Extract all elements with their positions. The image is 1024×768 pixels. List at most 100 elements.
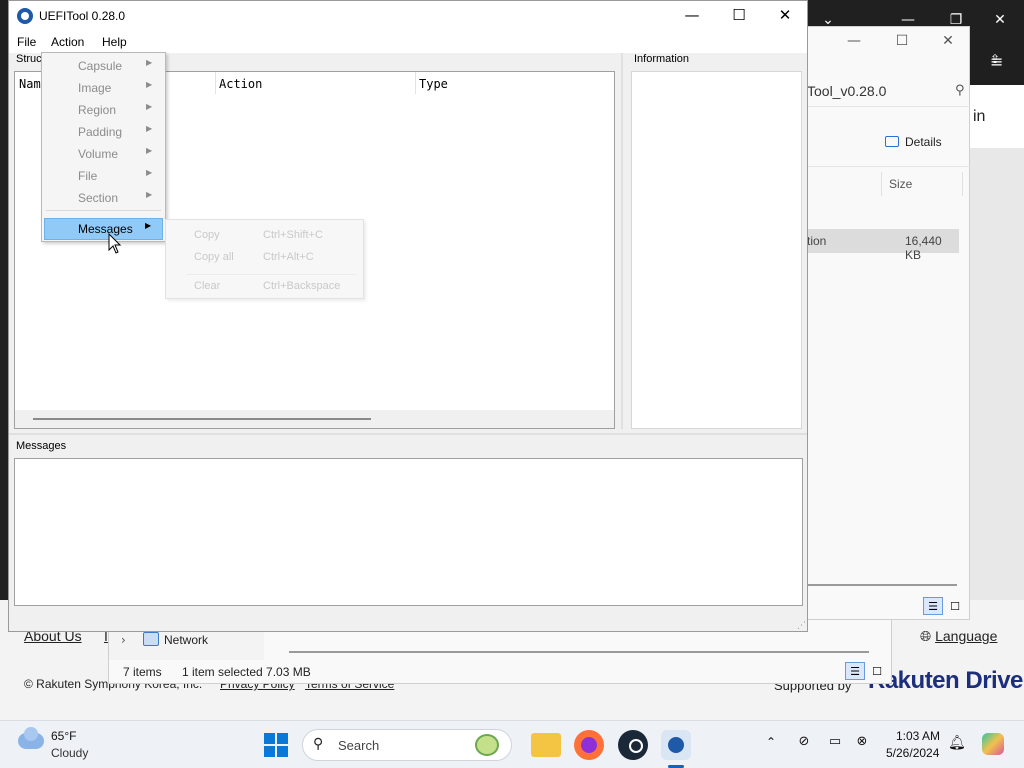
status-selection: 1 item selected 7.03 MB [182, 665, 311, 679]
menu-action[interactable]: Action [49, 35, 86, 49]
action-menu-dropdown: Capsule ▶ Image ▶ Region ▶ Padding ▶ Vol… [41, 52, 166, 242]
weather-condition[interactable]: Cloudy [51, 746, 88, 760]
details-button[interactable]: Details [885, 135, 942, 149]
window-title: UEFITool 0.28.0 [39, 9, 126, 23]
folder-icon[interactable] [531, 733, 561, 757]
nav-item-network[interactable]: Network [164, 633, 208, 647]
clock-time[interactable]: 1:03 AM [896, 729, 940, 743]
close-icon[interactable]: ✕ [980, 12, 1020, 28]
menu-item-volume[interactable]: Volume ▶ [44, 143, 163, 165]
column-separator[interactable] [962, 172, 963, 196]
firefox-icon[interactable] [574, 730, 604, 760]
volume-muted-icon[interactable]: ⊗ [853, 734, 871, 752]
view-toggle: ☰ ☐ [845, 662, 889, 681]
chevron-up-icon[interactable]: ⌃ [766, 735, 776, 749]
submenu-arrow-icon: ▶ [146, 168, 153, 177]
view-toggle: ☰ ☐ [923, 597, 967, 616]
submenu-arrow-icon: ▶ [146, 102, 153, 111]
menu-item-padding[interactable]: Padding ▶ [44, 121, 163, 143]
close-icon[interactable]: ✕ [762, 6, 808, 24]
menu-separator [46, 210, 161, 211]
column-action[interactable]: Action [219, 77, 262, 91]
background-side-text: in [973, 108, 986, 125]
messages-panel[interactable] [14, 458, 803, 606]
menu-item-messages[interactable]: Messages ▶ [44, 218, 163, 240]
column-separator[interactable] [215, 72, 216, 94]
tiles-view-icon[interactable]: ☐ [867, 663, 887, 681]
structure-panel-label: Struc [16, 53, 42, 65]
vertical-splitter[interactable] [621, 53, 623, 429]
submenu-arrow-icon: ▶ [146, 146, 153, 155]
explorer-address-bar[interactable]: Tool_v0.28.0 ⚲ [807, 75, 970, 107]
submenu-item-clear[interactable]: Clear Ctrl+Backspace [166, 277, 363, 299]
maximize-icon[interactable]: ☐ [716, 6, 762, 24]
network-icon [143, 632, 159, 646]
information-panel-label: Information [634, 53, 690, 65]
no-network-icon[interactable]: ⊘ [795, 734, 813, 752]
taskbar-search[interactable]: ⚲ Search [302, 729, 512, 761]
submenu-item-copy[interactable]: Copy Ctrl+Shift+C [166, 224, 363, 246]
explorer-toolbar: Details [807, 117, 970, 167]
uefitool-logo-icon [17, 8, 33, 24]
address-text: Tool_v0.28.0 [807, 83, 887, 99]
menu-help[interactable]: Help [100, 35, 129, 49]
copilot-icon[interactable] [982, 733, 1004, 755]
horizontal-scrollbar[interactable] [15, 410, 614, 428]
display-icon[interactable]: ▭ [826, 734, 844, 752]
tiles-view-icon[interactable]: ☐ [945, 598, 965, 616]
menu-item-capsule[interactable]: Capsule ▶ [44, 55, 163, 77]
resize-grip-icon[interactable]: ⋰ [797, 621, 806, 631]
steam-icon[interactable] [618, 730, 648, 760]
taskbar: 65°F Cloudy ⚲ Search ⌃ ⊘ ▭ ⊗ 1:03 AM 5/2… [0, 720, 1024, 768]
column-separator[interactable] [415, 72, 416, 94]
close-icon[interactable]: ✕ [925, 33, 971, 49]
menu-file[interactable]: File [15, 35, 38, 49]
menu-item-image[interactable]: Image ▶ [44, 77, 163, 99]
horizontal-scrollbar[interactable] [807, 584, 957, 586]
search-highlight-icon[interactable] [475, 734, 499, 756]
globe-icon: 🌐︎ [920, 628, 932, 644]
file-type: tion [807, 234, 827, 248]
file-size: 16,440 KB [905, 234, 942, 262]
details-view-icon[interactable]: ☰ [845, 662, 865, 680]
file-explorer-window: — ☐ ✕ Tool_v0.28.0 ⚲ Details Size tion 1… [806, 26, 970, 620]
details-view-icon[interactable]: ☰ [923, 597, 943, 615]
weather-temperature[interactable]: 65°F [51, 729, 76, 743]
maximize-icon[interactable]: ☐ [879, 33, 925, 49]
details-pane-icon [885, 136, 899, 147]
clock-date[interactable]: 5/26/2024 [886, 746, 939, 760]
horizontal-splitter[interactable] [9, 433, 807, 435]
minimize-icon[interactable]: — [831, 33, 877, 49]
search-icon[interactable]: ⚲ [955, 83, 965, 98]
scrollbar-thumb[interactable] [33, 418, 371, 420]
uefitool-titlebar[interactable]: UEFITool 0.28.0 — ☐ ✕ [9, 1, 807, 31]
minimize-icon[interactable]: — [669, 6, 715, 24]
hamburger-menu-icon[interactable]: ≡ [990, 52, 1003, 71]
cloud-icon[interactable] [18, 727, 44, 749]
menu-item-region[interactable]: Region ▶ [44, 99, 163, 121]
menu-item-section[interactable]: Section ▶ [44, 187, 163, 209]
search-icon: ⚲ [313, 736, 324, 752]
information-panel[interactable] [631, 71, 802, 429]
messages-submenu: Copy Ctrl+Shift+C Copy all Ctrl+Alt+C Cl… [165, 219, 364, 299]
column-separator[interactable] [881, 172, 882, 196]
bell-icon[interactable]: 🔔︎ [948, 735, 966, 751]
language-link[interactable]: 🌐︎ Language [920, 628, 997, 645]
menu-separator [186, 274, 356, 275]
windows-logo-icon [264, 733, 275, 744]
horizontal-scrollbar[interactable] [289, 651, 869, 653]
chevron-right-icon[interactable]: › [121, 633, 126, 647]
explorer-column-header: Size [807, 172, 970, 196]
submenu-arrow-icon: ▶ [146, 124, 153, 133]
submenu-arrow-icon: ▶ [145, 221, 152, 230]
column-size[interactable]: Size [889, 177, 912, 191]
start-button[interactable] [264, 733, 288, 757]
status-item-count: 7 items [123, 665, 162, 679]
menu-bar: File Action Help [9, 31, 807, 53]
file-row-selected[interactable]: tion 16,440 KB [807, 229, 959, 262]
submenu-item-copy-all[interactable]: Copy all Ctrl+Alt+C [166, 246, 363, 268]
search-placeholder: Search [338, 738, 380, 753]
uefitool-icon[interactable] [661, 730, 691, 760]
column-type[interactable]: Type [419, 77, 448, 91]
menu-item-file[interactable]: File ▶ [44, 165, 163, 187]
